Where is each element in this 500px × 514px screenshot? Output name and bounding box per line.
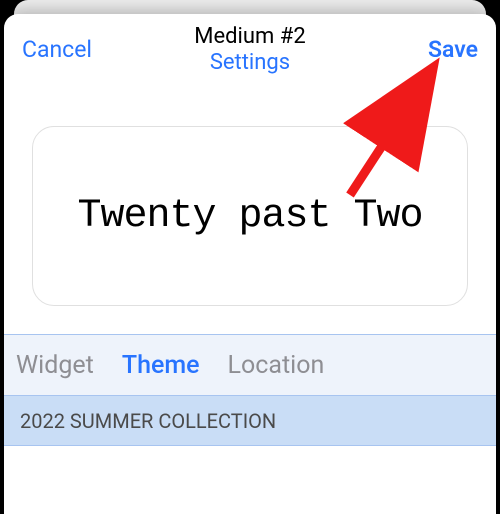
tab-location[interactable]: Location [228, 351, 325, 380]
sheet-header: Cancel Medium #2 Settings Save [4, 14, 496, 86]
settings-sheet: Cancel Medium #2 Settings Save Twenty pa… [4, 14, 496, 514]
sheet-title: Medium #2 [194, 24, 305, 50]
widget-preview[interactable]: Twenty past Two [32, 126, 468, 306]
tab-widget[interactable]: Widget [16, 351, 94, 380]
widget-preview-text: Twenty past Two [77, 194, 422, 239]
tab-theme[interactable]: Theme [122, 351, 200, 380]
tabs-bar: Widget Theme Location [4, 334, 496, 396]
theme-section-row[interactable]: 2022 SUMMER COLLECTION [4, 396, 496, 446]
preview-area: Twenty past Two [4, 86, 496, 334]
theme-section-label: 2022 SUMMER COLLECTION [20, 409, 276, 433]
cancel-button[interactable]: Cancel [22, 36, 92, 63]
save-button[interactable]: Save [428, 36, 478, 63]
sheet-subtitle[interactable]: Settings [194, 50, 305, 76]
sheet-title-block: Medium #2 Settings [194, 24, 305, 77]
